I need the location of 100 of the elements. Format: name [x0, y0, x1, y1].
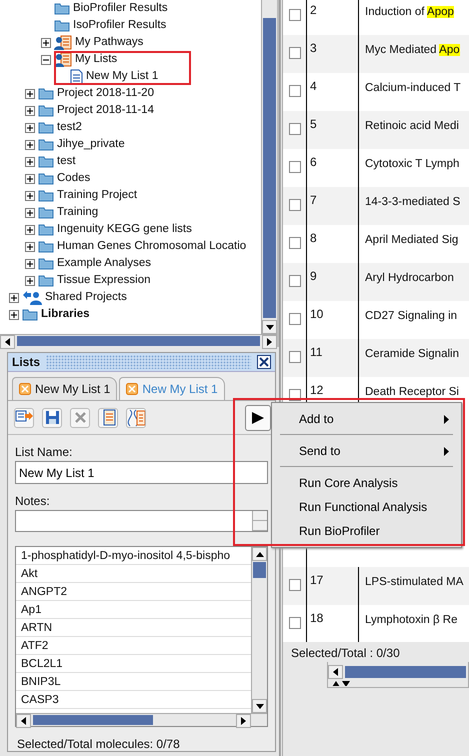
- table-cell-text: 14-3-3-mediated S: [364, 195, 462, 210]
- tree-item-label[interactable]: IsoProfiler Results: [73, 16, 166, 34]
- tree-item-label[interactable]: Project 2018-11-20: [57, 84, 154, 102]
- table-cell-text: Induction of Apop: [364, 5, 455, 20]
- list-item[interactable]: BCL2L1: [16, 655, 251, 673]
- list-name-input[interactable]: New My List 1: [15, 461, 268, 484]
- checkbox[interactable]: [289, 123, 301, 135]
- submenu-arrow-icon: [444, 414, 449, 424]
- folder-icon: [38, 206, 54, 219]
- list-item[interactable]: ANGPT2: [16, 583, 251, 601]
- export-icon[interactable]: [14, 408, 34, 428]
- folder-icon: [38, 138, 54, 151]
- checkbox[interactable]: [289, 313, 301, 325]
- tree-item-label[interactable]: Human Genes Chromosomal Locatio: [57, 238, 246, 256]
- checkbox[interactable]: [289, 47, 301, 59]
- field-label: Notes:: [15, 493, 51, 510]
- folder-icon: [38, 223, 54, 236]
- checkbox[interactable]: [289, 275, 301, 287]
- tree-item-label[interactable]: test2: [57, 118, 82, 136]
- checkbox[interactable]: [289, 199, 301, 211]
- checkbox[interactable]: [289, 85, 301, 97]
- tab[interactable]: New My List 1: [12, 377, 118, 400]
- tree-item-label[interactable]: BioProfiler Results: [73, 0, 168, 18]
- tree-item-label[interactable]: Training Project: [57, 186, 138, 204]
- table-cell: 11: [306, 339, 359, 377]
- list-item[interactable]: Akt: [16, 565, 251, 583]
- close-icon[interactable]: [257, 355, 271, 369]
- tree-item-label[interactable]: Example Analyses: [57, 254, 151, 272]
- dna-list-icon[interactable]: [126, 408, 146, 428]
- sort-arrows-icon[interactable]: [332, 680, 352, 686]
- scroll-up-icon[interactable]: [256, 552, 264, 556]
- folder-icon: [38, 155, 54, 168]
- scroll-down-icon[interactable]: [266, 324, 274, 330]
- checkbox[interactable]: [289, 237, 301, 249]
- horizontal-scrollbar[interactable]: [328, 665, 468, 679]
- tree-item-label[interactable]: Libraries: [41, 306, 90, 324]
- list-item[interactable]: ATF2: [16, 637, 251, 655]
- menu-item[interactable]: Send to: [272, 439, 461, 463]
- panel-title: Lists: [12, 354, 40, 371]
- tab[interactable]: New My List 1: [119, 377, 225, 400]
- scroll-left-icon[interactable]: [5, 338, 10, 346]
- scroll-right-icon[interactable]: [267, 338, 272, 346]
- scroll-right-icon[interactable]: [241, 717, 246, 725]
- table-cell: 9: [306, 263, 359, 301]
- checkbox[interactable]: [289, 579, 301, 591]
- table-cell-text: Aryl Hydrocarbon: [364, 271, 455, 286]
- status-text: Selected/Total molecules: 0/78: [16, 736, 181, 753]
- folder-icon: [38, 172, 54, 185]
- status-text: Selected/Total : 0/30: [290, 645, 401, 662]
- horizontal-scrollbar[interactable]: [16, 713, 267, 726]
- table-cell-text: Ceramide Signalin: [364, 347, 460, 362]
- list-item[interactable]: CASP3: [16, 691, 251, 709]
- checkbox[interactable]: [289, 161, 301, 173]
- tree-item-label[interactable]: Codes: [57, 170, 90, 188]
- horizontal-scrollbar[interactable]: [0, 334, 277, 347]
- list-item[interactable]: ARTN: [16, 619, 251, 637]
- menu-item[interactable]: Run Functional Analysis: [272, 495, 461, 519]
- tree-item-label[interactable]: Project 2018-11-14: [57, 102, 154, 120]
- scroll-down-icon[interactable]: [256, 704, 264, 708]
- user-document-icon: [54, 34, 72, 50]
- tree-item-label[interactable]: New My List 1: [86, 68, 158, 86]
- table-cell: 7: [306, 187, 359, 225]
- play-icon[interactable]: [251, 410, 265, 424]
- tree-item-label[interactable]: Jihye_private: [57, 136, 125, 154]
- document-icon: [70, 68, 83, 84]
- shared-users-icon: [22, 290, 42, 306]
- folder-icon: [38, 240, 54, 253]
- list-item[interactable]: BNIP3L: [16, 673, 251, 691]
- close-tab-icon[interactable]: [126, 383, 138, 395]
- checkbox[interactable]: [289, 617, 301, 629]
- table-cell-text: LPS-stimulated MA: [364, 575, 464, 590]
- close-tab-icon[interactable]: [19, 383, 31, 395]
- vertical-scrollbar[interactable]: [261, 0, 277, 334]
- list-item[interactable]: Ap1: [16, 601, 251, 619]
- checkbox[interactable]: [289, 351, 301, 363]
- tree-item-label[interactable]: Training: [57, 204, 98, 222]
- folder-icon: [38, 257, 54, 270]
- menu-item[interactable]: Run BioProfiler: [272, 519, 461, 543]
- scroll-left-icon[interactable]: [21, 717, 26, 725]
- tree-item-label[interactable]: Tissue Expression: [57, 272, 151, 290]
- play-button[interactable]: [245, 404, 271, 430]
- scroll-left-icon[interactable]: [333, 668, 338, 676]
- tree-item-label[interactable]: test: [57, 152, 76, 170]
- tree-item-label[interactable]: Shared Projects: [45, 288, 127, 306]
- list-item[interactable]: 1-phosphatidyl-D-myo-inositol 4,5-bispho: [16, 547, 251, 565]
- checkbox[interactable]: [289, 9, 301, 21]
- menu-item[interactable]: Run Core Analysis: [272, 471, 461, 495]
- tree-item-label[interactable]: My Pathways: [75, 34, 144, 52]
- folder-icon: [38, 189, 54, 202]
- table-cell: 18: [306, 605, 359, 642]
- scroll-document-icon[interactable]: [98, 408, 118, 428]
- notes-field[interactable]: [15, 510, 268, 532]
- vertical-scrollbar[interactable]: [251, 547, 267, 713]
- table-cell-text: Lymphotoxin β Re: [364, 613, 458, 628]
- tree-item-label[interactable]: My Lists: [75, 50, 118, 68]
- table-cell-text: Myc Mediated Apo: [364, 43, 461, 58]
- table-cell-text: Death Receptor Si: [364, 385, 460, 400]
- scroll-thumb[interactable]: [253, 562, 266, 578]
- save-icon[interactable]: [42, 408, 62, 428]
- tree-item-label[interactable]: Ingenuity KEGG gene lists: [57, 220, 192, 238]
